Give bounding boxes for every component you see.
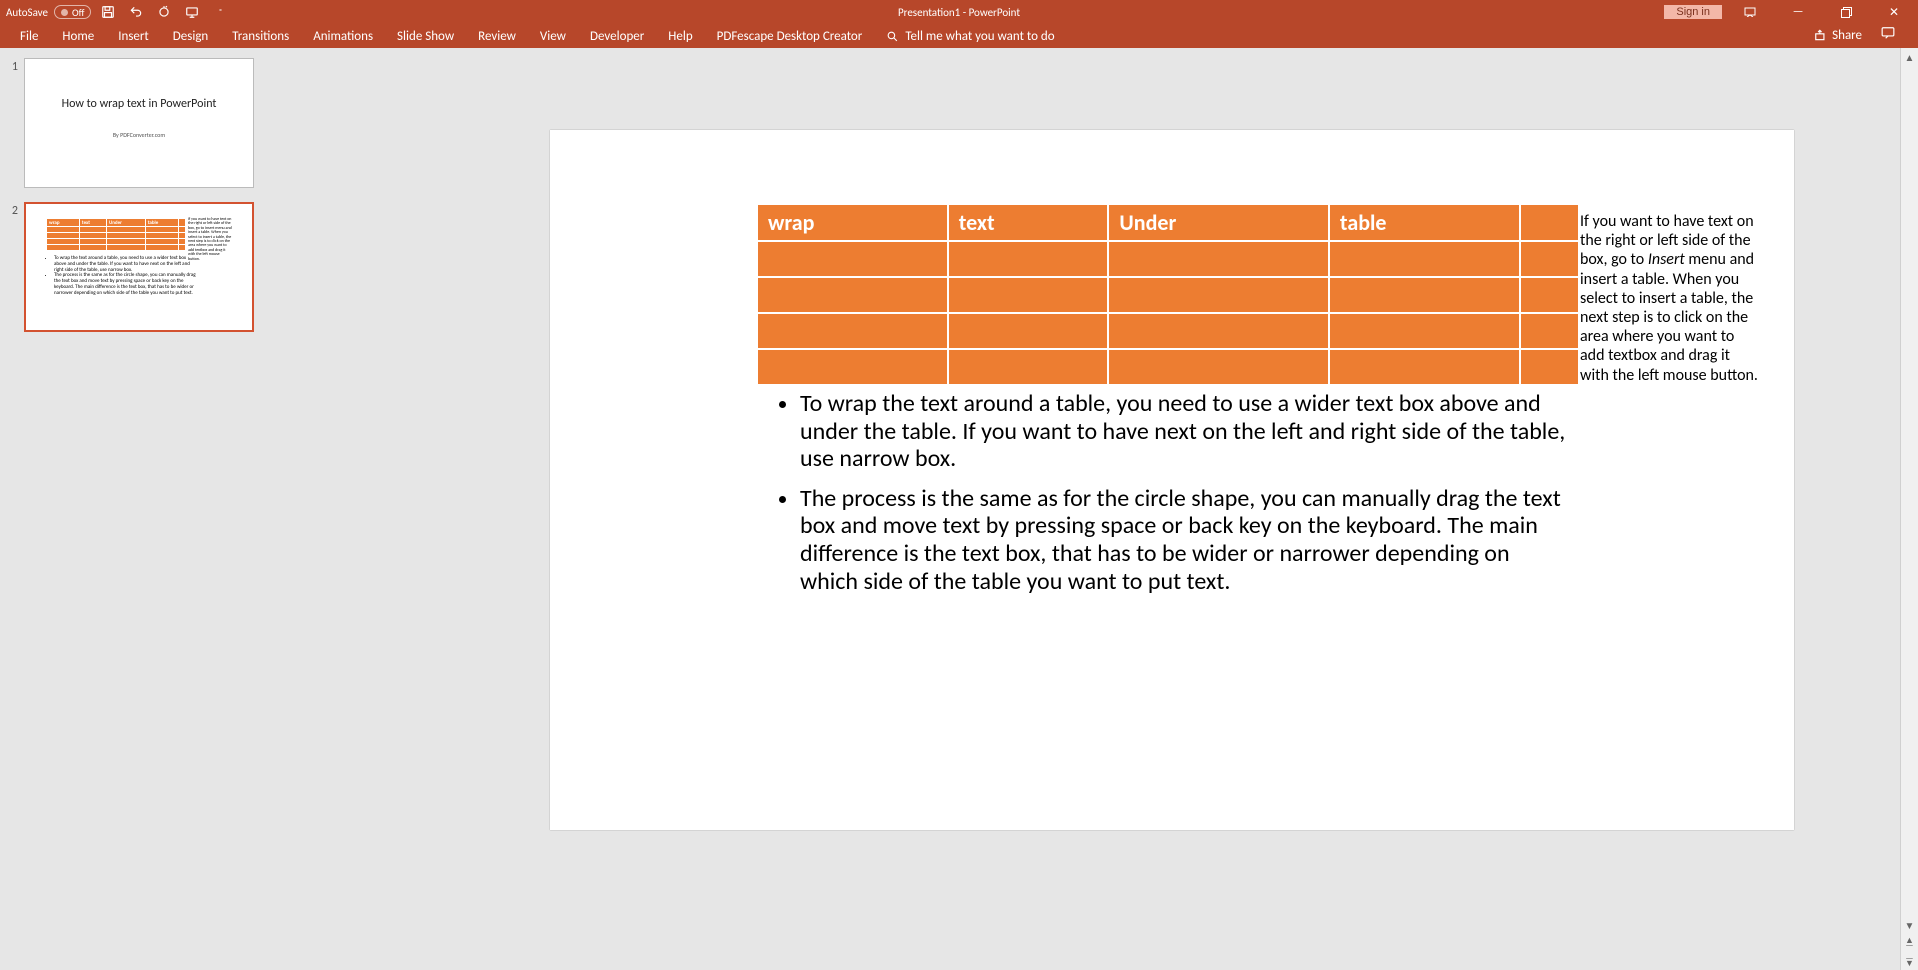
bullet-item[interactable]: To wrap the text around a table, you nee… bbox=[800, 390, 1572, 473]
prev-slide-icon[interactable]: ▲— bbox=[1901, 934, 1918, 952]
restore-icon[interactable] bbox=[1826, 1, 1866, 23]
tab-animations[interactable]: Animations bbox=[301, 25, 385, 48]
tab-help[interactable]: Help bbox=[656, 25, 704, 48]
tab-insert[interactable]: Insert bbox=[106, 25, 161, 48]
table-cell[interactable] bbox=[949, 350, 1108, 384]
ribbon-tabs: File Home Insert Design Transitions Anim… bbox=[0, 24, 1918, 48]
tab-developer[interactable]: Developer bbox=[578, 25, 656, 48]
share-icon bbox=[1814, 28, 1828, 42]
table-cell[interactable] bbox=[758, 278, 947, 312]
table-cell[interactable] bbox=[1330, 314, 1519, 348]
thumb1-title: How to wrap text in PowerPoint bbox=[25, 97, 253, 111]
scroll-down-icon[interactable]: ▼ bbox=[1901, 916, 1918, 934]
bullet-item[interactable]: The process is the same as for the circl… bbox=[800, 485, 1572, 595]
side-text-box[interactable]: If you want to have text on the right or… bbox=[1580, 212, 1760, 385]
document-title: Presentation1 - PowerPoint bbox=[0, 6, 1918, 19]
table-cell[interactable] bbox=[758, 314, 947, 348]
table-header[interactable]: table bbox=[1330, 205, 1519, 240]
thumb-number: 1 bbox=[6, 58, 18, 188]
slide[interactable]: wrap text Under table If you want to hav… bbox=[550, 130, 1794, 830]
mini-table: wraptextUndertable bbox=[46, 218, 186, 251]
comments-icon[interactable] bbox=[1880, 26, 1896, 44]
share-button[interactable]: Share bbox=[1814, 28, 1862, 43]
minimize-icon[interactable]: — bbox=[1778, 1, 1818, 23]
table-cell[interactable] bbox=[1109, 242, 1328, 276]
save-icon[interactable] bbox=[97, 2, 119, 22]
slide-canvas-area[interactable]: wrap text Under table If you want to hav… bbox=[260, 48, 1900, 970]
table-cell[interactable] bbox=[1521, 350, 1578, 384]
table-cell[interactable] bbox=[1521, 242, 1578, 276]
table-cell[interactable] bbox=[949, 314, 1108, 348]
title-bar: AutoSave Off ⁼ Presentation1 - PowerPoin… bbox=[0, 0, 1918, 24]
slide-table[interactable]: wrap text Under table bbox=[756, 203, 1580, 386]
table-cell[interactable] bbox=[949, 278, 1108, 312]
slide-thumbnail-panel: 1 How to wrap text in PowerPoint By PDFC… bbox=[0, 48, 260, 970]
table-cell[interactable] bbox=[1109, 314, 1328, 348]
table-cell[interactable] bbox=[1330, 350, 1519, 384]
tab-review[interactable]: Review bbox=[466, 25, 528, 48]
thumb-number: 2 bbox=[6, 202, 18, 332]
tab-pdfescape[interactable]: PDFescape Desktop Creator bbox=[705, 25, 875, 48]
signin-button[interactable]: Sign in bbox=[1664, 5, 1722, 19]
tab-transitions[interactable]: Transitions bbox=[220, 25, 301, 48]
table-cell[interactable] bbox=[949, 242, 1108, 276]
thumb1-subtitle: By PDFConverter.com bbox=[25, 131, 253, 139]
vertical-scrollbar[interactable]: ▲ ▼ ▲— —▼ bbox=[1900, 48, 1918, 970]
undo-icon[interactable] bbox=[125, 2, 147, 22]
close-icon[interactable]: ✕ bbox=[1874, 1, 1914, 23]
ribbon-display-icon[interactable] bbox=[1730, 1, 1770, 23]
bullet-text-box[interactable]: To wrap the text around a table, you nee… bbox=[782, 390, 1572, 607]
tab-design[interactable]: Design bbox=[161, 25, 220, 48]
table-cell[interactable] bbox=[1521, 314, 1578, 348]
scroll-up-icon[interactable]: ▲ bbox=[1901, 48, 1918, 66]
table-cell[interactable] bbox=[758, 350, 947, 384]
table-cell[interactable] bbox=[1109, 278, 1328, 312]
slideshow-icon[interactable] bbox=[181, 2, 203, 22]
table-cell[interactable] bbox=[758, 242, 947, 276]
table-header[interactable] bbox=[1521, 205, 1578, 240]
tell-me-search[interactable]: Tell me what you want to do bbox=[874, 25, 1066, 48]
tab-file[interactable]: File bbox=[8, 25, 50, 48]
slide-thumbnail-1[interactable]: How to wrap text in PowerPoint By PDFCon… bbox=[24, 58, 254, 188]
autosave-toggle[interactable]: Off bbox=[54, 5, 91, 19]
mini-bullets: To wrap the text around a table, you nee… bbox=[48, 256, 198, 296]
table-cell[interactable] bbox=[1330, 278, 1519, 312]
tab-home[interactable]: Home bbox=[50, 25, 106, 48]
next-slide-icon[interactable]: —▼ bbox=[1901, 952, 1918, 970]
table-cell[interactable] bbox=[1521, 278, 1578, 312]
tab-view[interactable]: View bbox=[528, 25, 578, 48]
qat-customize-icon[interactable]: ⁼ bbox=[209, 2, 231, 22]
table-cell[interactable] bbox=[1109, 350, 1328, 384]
table-header[interactable]: text bbox=[949, 205, 1108, 240]
redo-icon[interactable] bbox=[153, 2, 175, 22]
search-icon bbox=[886, 30, 899, 43]
tab-slideshow[interactable]: Slide Show bbox=[385, 25, 466, 48]
autosave-label: AutoSave bbox=[6, 6, 48, 19]
table-header[interactable]: wrap bbox=[758, 205, 947, 240]
slide-thumbnail-2[interactable]: wraptextUndertable If you want to have t… bbox=[24, 202, 254, 332]
table-cell[interactable] bbox=[1330, 242, 1519, 276]
table-header[interactable]: Under bbox=[1109, 205, 1328, 240]
